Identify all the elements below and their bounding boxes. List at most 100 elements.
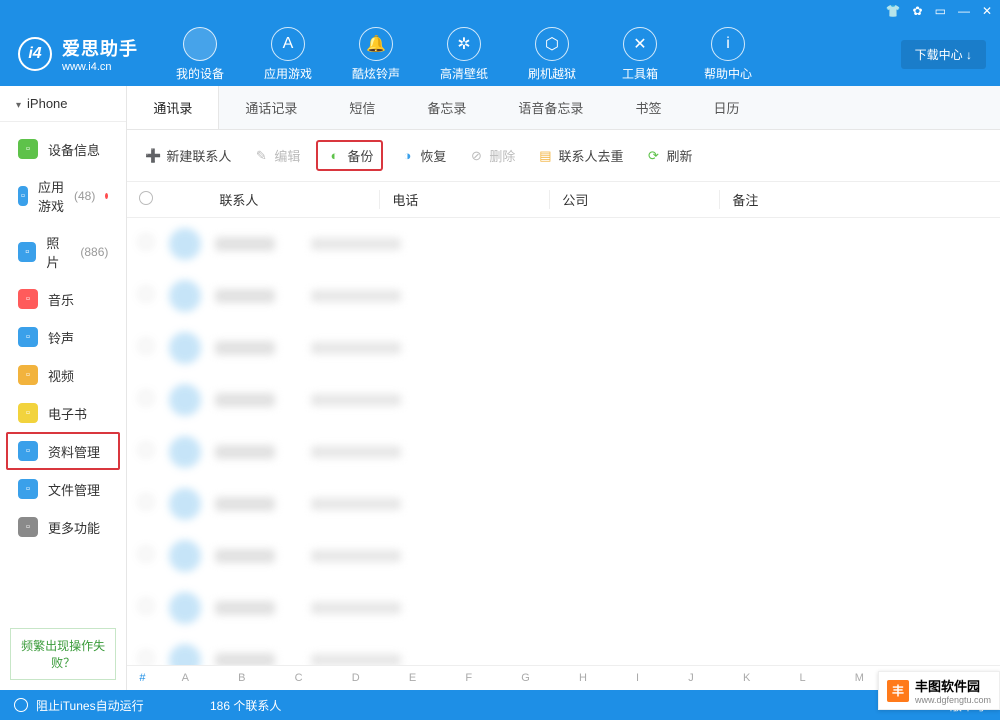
device-selector[interactable]: iPhone	[0, 86, 126, 122]
delete-button[interactable]: ⊘删除	[462, 142, 521, 169]
avatar	[169, 488, 201, 520]
nav-ringtones[interactable]: 🔔酷炫铃声	[332, 27, 420, 82]
contact-phone	[311, 394, 401, 406]
sidebar-label: 资料管理	[48, 442, 100, 461]
table-row[interactable]	[127, 374, 1000, 426]
sidebar-count: (886)	[80, 245, 108, 259]
edit-button[interactable]: ✎编辑	[247, 142, 306, 169]
sidebar-item-3[interactable]: ▫音乐	[0, 280, 126, 318]
tab-3[interactable]: 备忘录	[401, 86, 492, 129]
top-nav: 我的设备 A应用游戏 🔔酷炫铃声 ✲高清壁纸 ⬡刷机越狱 ✕工具箱 i帮助中心	[156, 27, 901, 82]
table-row[interactable]	[127, 530, 1000, 582]
nav-toolbox[interactable]: ✕工具箱	[596, 27, 684, 82]
table-row[interactable]	[127, 634, 1000, 665]
minimize-icon[interactable]: —	[958, 4, 970, 18]
row-checkbox[interactable]	[139, 443, 153, 457]
avatar	[169, 384, 201, 416]
sidebar-icon: ▫	[18, 289, 38, 309]
restore-button[interactable]: ◑恢复	[393, 142, 452, 169]
box-icon: ⬡	[535, 27, 569, 61]
refresh-button[interactable]: ⟳刷新	[639, 142, 698, 169]
avatar	[169, 436, 201, 468]
sidebar-icon: ▫	[18, 441, 38, 461]
col-remark[interactable]: 备注	[719, 190, 1000, 209]
skin-icon[interactable]: ▭	[935, 4, 946, 18]
sidebar-item-0[interactable]: ▫设备信息	[0, 130, 126, 168]
table-row[interactable]	[127, 270, 1000, 322]
tab-2[interactable]: 短信	[323, 86, 401, 129]
tab-5[interactable]: 书签	[609, 86, 687, 129]
sidebar-item-8[interactable]: ▫文件管理	[0, 470, 126, 508]
sidebar: iPhone ▫设备信息▫应用游戏(48)▫照片(886)▫音乐▫铃声▫视频▫电…	[0, 86, 127, 690]
contact-phone	[311, 290, 401, 302]
alpha-index[interactable]: # A B C D E F G H I J K L M N O P Q R S …	[127, 665, 1000, 690]
info-icon: i	[711, 27, 745, 61]
new-contact-button[interactable]: ➕新建联系人	[139, 142, 237, 169]
download-center-button[interactable]: 下载中心 ↓	[901, 40, 986, 69]
nav-wallpapers[interactable]: ✲高清壁纸	[420, 27, 508, 82]
sidebar-icon: ▫	[18, 365, 38, 385]
row-checkbox[interactable]	[139, 547, 153, 561]
sidebar-item-4[interactable]: ▫铃声	[0, 318, 126, 356]
contact-phone	[311, 498, 401, 510]
contact-name	[215, 549, 275, 563]
plus-icon: ➕	[145, 148, 161, 164]
dedupe-button[interactable]: ▤联系人去重	[531, 142, 629, 169]
tab-1[interactable]: 通话记录	[219, 86, 323, 129]
tab-6[interactable]: 日历	[687, 86, 765, 129]
apple-icon	[183, 27, 217, 61]
contact-phone	[311, 342, 401, 354]
tab-0[interactable]: 通讯录	[127, 86, 219, 129]
wrench-icon: ✕	[623, 27, 657, 61]
table-row[interactable]	[127, 478, 1000, 530]
avatar	[169, 592, 201, 624]
row-checkbox[interactable]	[139, 391, 153, 405]
sidebar-item-7[interactable]: ▫ 资料管理	[6, 432, 120, 470]
avatar	[169, 540, 201, 572]
sidebar-item-1[interactable]: ▫应用游戏(48)	[0, 168, 126, 224]
contact-phone	[311, 654, 401, 665]
table-row[interactable]	[127, 322, 1000, 374]
row-checkbox[interactable]	[139, 287, 153, 301]
contact-name	[215, 445, 275, 459]
select-all-checkbox[interactable]	[139, 191, 153, 205]
table-row[interactable]	[127, 426, 1000, 478]
col-company[interactable]: 公司	[549, 190, 719, 209]
table-row[interactable]	[127, 582, 1000, 634]
tab-4[interactable]: 语音备忘录	[492, 86, 609, 129]
col-contact[interactable]: 联系人	[169, 190, 379, 209]
nav-apps[interactable]: A应用游戏	[244, 27, 332, 82]
tabs: 通讯录通话记录短信备忘录语音备忘录书签日历	[127, 86, 1000, 130]
watermark: 丰 丰图软件园 www.dgfengtu.com	[878, 671, 1000, 710]
row-checkbox[interactable]	[139, 651, 153, 665]
nav-my-device[interactable]: 我的设备	[156, 27, 244, 82]
sidebar-count: (48)	[74, 189, 95, 203]
row-checkbox[interactable]	[139, 235, 153, 249]
gear-icon[interactable]: ✿	[913, 4, 923, 18]
help-link[interactable]: 频繁出现操作失败？	[10, 628, 116, 680]
nav-help[interactable]: i帮助中心	[684, 27, 772, 82]
backup-button[interactable]: ◐备份	[316, 140, 383, 171]
row-checkbox[interactable]	[139, 339, 153, 353]
itunes-block-toggle[interactable]: 阻止iTunes自动运行	[36, 697, 144, 714]
table-row[interactable]	[127, 218, 1000, 270]
notification-dot	[105, 193, 108, 199]
sidebar-item-9[interactable]: ▫更多功能	[0, 508, 126, 546]
row-checkbox[interactable]	[139, 495, 153, 509]
close-icon[interactable]: ✕	[982, 4, 992, 18]
sidebar-label: 铃声	[48, 328, 74, 347]
sidebar-label: 更多功能	[48, 518, 100, 537]
tshirt-icon[interactable]: 👕	[886, 4, 901, 18]
avatar	[169, 644, 201, 665]
watermark-logo-icon: 丰	[887, 680, 909, 702]
sidebar-item-2[interactable]: ▫照片(886)	[0, 224, 126, 280]
contact-name	[215, 393, 275, 407]
sidebar-label: 文件管理	[48, 480, 100, 499]
sidebar-item-5[interactable]: ▫视频	[0, 356, 126, 394]
row-checkbox[interactable]	[139, 599, 153, 613]
col-phone[interactable]: 电话	[379, 190, 549, 209]
sidebar-item-6[interactable]: ▫电子书	[0, 394, 126, 432]
toolbar: ➕新建联系人 ✎编辑 ◐备份 ◑恢复 ⊘删除 ▤联系人去重 ⟳刷新 🔍	[127, 130, 1000, 182]
nav-jailbreak[interactable]: ⬡刷机越狱	[508, 27, 596, 82]
brand-logo-icon: i4	[18, 37, 52, 71]
